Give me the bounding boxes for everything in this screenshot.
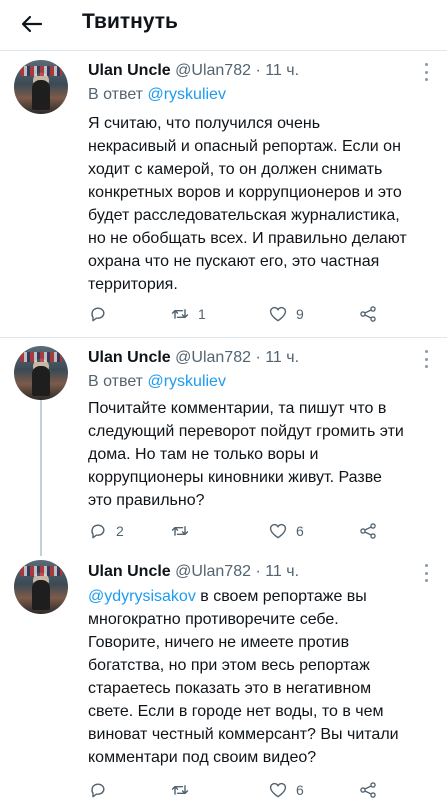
tweet-2[interactable]: Ulan Uncle @Ulan782 · 11 ч. В ответ @rys… — [0, 338, 447, 548]
reply-button[interactable] — [88, 778, 116, 802]
page-title: Твитнуть — [82, 10, 178, 33]
more-options-button[interactable] — [423, 63, 429, 81]
like-count: 9 — [296, 306, 304, 322]
heart-icon — [269, 782, 287, 798]
reply-button[interactable] — [88, 302, 116, 326]
tweet-header: Ulan Uncle @Ulan782 · 11 ч. — [88, 62, 299, 80]
more-options-button[interactable] — [423, 564, 429, 582]
heart-icon — [269, 523, 287, 539]
tweet-text: @ydyrysisakov в своем репортаже вы много… — [88, 585, 418, 769]
author-name[interactable]: Ulan Uncle — [88, 563, 171, 580]
reply-to-handle[interactable]: @ryskuliev — [147, 373, 225, 390]
tweet-header: Ulan Uncle @Ulan782 · 11 ч. — [88, 563, 299, 581]
tweet-body: в своем репортаже вы многократно противо… — [88, 588, 399, 766]
tweet-actions: 1 9 — [88, 302, 388, 326]
tweet-text: Почитайте комментарии, та пишут что в сл… — [88, 400, 404, 509]
author-name[interactable]: Ulan Uncle — [88, 349, 171, 366]
more-vertical-icon — [424, 350, 428, 353]
more-vertical-icon — [424, 63, 428, 66]
retweet-button[interactable]: 1 — [170, 302, 206, 326]
share-icon — [360, 782, 376, 798]
author-handle[interactable]: @Ulan782 — [175, 563, 251, 580]
like-count: 6 — [296, 782, 304, 798]
retweet-icon — [171, 785, 189, 795]
timestamp[interactable]: 11 ч. — [265, 563, 299, 580]
tweet-header: Ulan Uncle @Ulan782 · 11 ч. — [88, 349, 299, 367]
share-button[interactable] — [358, 302, 378, 326]
reply-icon — [91, 783, 105, 798]
retweet-count: 1 — [198, 306, 206, 322]
tweet-actions: 2 6 — [88, 519, 388, 543]
separator-dot: · — [255, 62, 261, 79]
tweet-text: Я считаю, что получился очень некрасивый… — [88, 115, 407, 293]
avatar[interactable] — [14, 560, 68, 614]
arrow-left-icon — [21, 15, 43, 33]
separator-dot: · — [255, 349, 261, 366]
timestamp[interactable]: 11 ч. — [265, 62, 299, 79]
reply-button[interactable]: 2 — [88, 519, 124, 543]
like-button[interactable]: 9 — [268, 302, 304, 326]
reply-context: В ответ @ryskuliev — [88, 86, 226, 104]
timestamp[interactable]: 11 ч. — [265, 349, 299, 366]
avatar[interactable] — [14, 346, 68, 400]
author-name[interactable]: Ulan Uncle — [88, 62, 171, 79]
tweet-1[interactable]: Ulan Uncle @Ulan782 · 11 ч. В ответ @rys… — [0, 51, 447, 337]
retweet-icon — [171, 526, 189, 536]
reply-icon — [91, 524, 105, 539]
share-button[interactable] — [358, 778, 378, 802]
more-options-button[interactable] — [423, 350, 429, 368]
share-button[interactable] — [358, 519, 378, 543]
heart-icon — [269, 306, 287, 322]
reply-prefix: В ответ — [88, 86, 144, 103]
share-icon — [360, 523, 376, 539]
avatar[interactable] — [14, 60, 68, 114]
like-count: 6 — [296, 523, 304, 539]
reply-icon — [91, 307, 105, 322]
retweet-button[interactable] — [170, 778, 198, 802]
reply-context: В ответ @ryskuliev — [88, 373, 226, 391]
mention-link[interactable]: @ydyrysisakov — [88, 588, 196, 605]
back-button[interactable] — [16, 10, 48, 38]
share-icon — [360, 306, 376, 322]
more-vertical-icon — [424, 564, 428, 567]
reply-prefix: В ответ — [88, 373, 144, 390]
author-handle[interactable]: @Ulan782 — [175, 349, 251, 366]
like-button[interactable]: 6 — [268, 778, 304, 802]
separator-dot: · — [255, 563, 261, 580]
tweet-actions: 6 — [88, 778, 388, 802]
tweet-3[interactable]: Ulan Uncle @Ulan782 · 11 ч. @ydyrysisako… — [0, 552, 447, 807]
retweet-button[interactable] — [170, 519, 198, 543]
retweet-icon — [171, 309, 189, 319]
reply-to-handle[interactable]: @ryskuliev — [147, 86, 225, 103]
like-button[interactable]: 6 — [268, 519, 304, 543]
reply-count: 2 — [116, 523, 124, 539]
author-handle[interactable]: @Ulan782 — [175, 62, 251, 79]
top-bar: Твитнуть — [0, 0, 447, 50]
